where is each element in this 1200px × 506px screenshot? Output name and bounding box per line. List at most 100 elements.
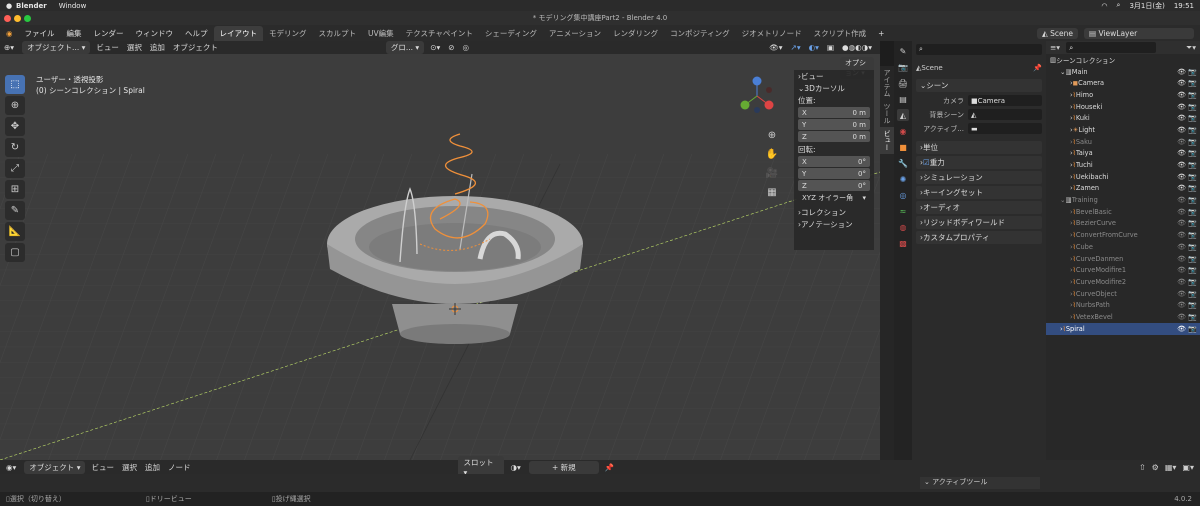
shader-editor-area[interactable] <box>0 474 880 492</box>
bottom-menu-add[interactable]: 追加 <box>145 462 160 473</box>
blender-logo-icon[interactable]: ◉ <box>0 29 19 38</box>
tab-compositing[interactable]: コンポジティング <box>664 26 736 41</box>
visibility-eye-icon[interactable]: 👁 <box>1177 161 1186 169</box>
minimize-window-button[interactable] <box>14 15 21 22</box>
bottom-menu-view[interactable]: ビュー <box>91 462 114 473</box>
render-camera-icon[interactable]: 📷 <box>1188 243 1197 251</box>
units-panel-header[interactable]: › 単位 <box>916 141 1042 154</box>
visibility-eye-icon[interactable]: 👁 <box>1177 208 1186 216</box>
render-camera-icon[interactable]: 📷 <box>1188 149 1197 157</box>
search-icon[interactable]: ⌕ <box>1117 1 1121 10</box>
tab-layout[interactable]: レイアウト <box>213 25 264 41</box>
outliner-search[interactable]: ⌕ <box>1066 42 1157 53</box>
shading-solid-icon[interactable]: ●◍◐◑▾ <box>842 43 872 52</box>
add-cube-tool[interactable]: ▢ <box>5 243 25 262</box>
cursor-tool[interactable]: ⊕ <box>5 96 25 115</box>
xray-icon[interactable]: ▣ <box>827 43 834 52</box>
visibility-eye-icon[interactable]: 👁 <box>1177 301 1186 309</box>
rotate-tool[interactable]: ↻ <box>5 138 25 157</box>
visibility-eye-icon[interactable]: 👁 <box>1177 196 1186 204</box>
camera-view-icon[interactable]: 🎥 <box>764 164 780 183</box>
transform-orientation[interactable]: グロ... ▾ <box>385 41 425 54</box>
scene-selector[interactable]: ◭ Scene <box>1036 27 1078 39</box>
tab-sculpt[interactable]: スカルプト <box>313 26 363 41</box>
viewport-menu-view[interactable]: ビュー <box>96 42 119 53</box>
outliner-row[interactable]: › ⌇ Zamen 👁 📷 <box>1046 183 1200 195</box>
render-camera-icon[interactable]: 📷 <box>1188 313 1197 321</box>
transform-tool[interactable]: ⊞ <box>5 180 25 199</box>
simulation-panel-header[interactable]: › シミュレーション <box>916 171 1042 184</box>
render-camera-icon[interactable]: 📷 <box>1188 91 1197 99</box>
outliner-row[interactable]: › ⌇ BevelBasic 👁 📷 <box>1046 206 1200 218</box>
tab-geometry-nodes[interactable]: ジオメトリノード <box>736 26 808 41</box>
outliner-row[interactable]: › ⌇ NurbsPath 👁 📷 <box>1046 299 1200 311</box>
outliner-row[interactable]: › ⌇ Tuchi 👁 📷 <box>1046 159 1200 171</box>
ortho-grid-icon[interactable]: ▦ <box>764 183 780 202</box>
render-camera-icon[interactable]: 📷 <box>1188 301 1197 309</box>
render-camera-icon[interactable]: 📷 <box>1188 290 1197 298</box>
visibility-eye-icon[interactable]: 👁 <box>1177 138 1186 146</box>
outliner-row[interactable]: › ⌇ CurveModifire2 👁 📷 <box>1046 276 1200 288</box>
visibility-eye-icon[interactable]: 👁 <box>1177 79 1186 87</box>
viewport-menu-select[interactable]: 選択 <box>127 42 142 53</box>
render-camera-icon[interactable]: 📷 <box>1188 278 1197 286</box>
render-camera-icon[interactable]: 📷 <box>1188 138 1197 146</box>
cursor-panel-header[interactable]: ⌄ 3Dカーソル <box>794 82 874 94</box>
render-camera-icon[interactable]: 📷 <box>1188 126 1197 134</box>
viewlayer-selector[interactable]: ▤ ViewLayer <box>1084 27 1194 39</box>
outliner-row[interactable]: › ⌇ Cube 👁 📷 <box>1046 241 1200 253</box>
bottom-menu-node[interactable]: ノード <box>168 462 191 473</box>
visibility-eye-icon[interactable]: 👁 <box>1177 68 1186 76</box>
scene-panel-header[interactable]: ⌄ シーン <box>916 79 1042 92</box>
particles-tab-icon[interactable]: ✺ <box>897 173 909 185</box>
properties-search[interactable]: ⌕ <box>916 44 1042 55</box>
viewport-menu-add[interactable]: 追加 <box>150 42 165 53</box>
outliner-row[interactable]: ⌄ ▥ Main 👁 📷 <box>1046 66 1200 78</box>
display-icon[interactable]: ▣▾ <box>1182 463 1194 472</box>
texture-tab-icon[interactable]: ▩ <box>897 237 909 249</box>
measure-tool[interactable]: 📐 <box>5 222 25 241</box>
outliner-row[interactable]: › ⌇ Himo 👁 📷 <box>1046 89 1200 101</box>
visibility-eye-icon[interactable]: 👁 <box>1177 278 1186 286</box>
render-camera-icon[interactable]: 📷 <box>1188 184 1197 192</box>
render-camera-icon[interactable]: 📷 <box>1188 231 1197 239</box>
render-camera-icon[interactable]: 📷 <box>1188 161 1197 169</box>
material-browse-icon[interactable]: ◑▾ <box>510 463 520 472</box>
render-camera-icon[interactable]: 📷 <box>1188 325 1197 333</box>
scale-tool[interactable]: ⤢ <box>5 159 25 178</box>
move-tool[interactable]: ✥ <box>5 117 25 136</box>
settings-icon[interactable]: ⚙ <box>1152 463 1159 472</box>
custom-props-panel-header[interactable]: › カスタムプロパティ <box>916 231 1042 244</box>
snap-icon[interactable]: ⊘ <box>448 43 454 52</box>
select-box-tool[interactable]: ⬚ <box>5 75 25 94</box>
view-panel-header[interactable]: › ビュー <box>794 70 874 82</box>
visibility-eye-icon[interactable]: 👁 <box>1177 325 1186 333</box>
active-tool-panel-header[interactable]: ⌄ アクティブツール <box>920 477 1040 489</box>
material-tab-icon[interactable]: ◍ <box>897 221 909 233</box>
outliner-row[interactable]: › ⌇ Spiral 👁 📷 <box>1046 322 1200 335</box>
pan-hand-icon[interactable]: ✋ <box>764 145 780 164</box>
render-camera-icon[interactable]: 📷 <box>1188 103 1197 111</box>
visibility-eye-icon[interactable]: 👁 <box>1177 126 1186 134</box>
tab-tool[interactable]: ツール <box>880 100 894 127</box>
render-camera-icon[interactable]: 📷 <box>1188 114 1197 122</box>
modifier-tab-icon[interactable]: 🔧 <box>897 157 909 169</box>
outliner-row[interactable]: ⌄ ▥ Training 👁 📷 <box>1046 194 1200 206</box>
mode-selector[interactable]: オブジェクト... ▾ <box>22 41 91 54</box>
tab-item[interactable]: アイテム <box>880 66 894 100</box>
gravity-panel-header[interactable]: › ☑ 重力 <box>916 156 1042 169</box>
menu-render[interactable]: レンダー <box>88 28 130 39</box>
visibility-eye-icon[interactable]: 👁 <box>1177 173 1186 181</box>
proportional-edit-icon[interactable]: ◎ <box>463 43 470 52</box>
scene-tab-icon[interactable]: ◭ <box>897 109 909 121</box>
outliner-row[interactable]: › ◼ Camera 👁 📷 <box>1046 77 1200 89</box>
outliner-row[interactable]: › ⌇ CurveObject 👁 📷 <box>1046 288 1200 300</box>
visibility-icon[interactable]: 👁▾ <box>769 43 782 52</box>
rigidbody-world-panel-header[interactable]: › リジッドボディワールド <box>916 216 1042 229</box>
cursor-loc-z[interactable]: Z 0 m <box>798 131 870 142</box>
data-tab-icon[interactable]: ≈ <box>897 205 909 217</box>
pin-icon[interactable]: 📌 <box>1033 64 1042 72</box>
outliner-row[interactable]: › ⌇ CurveDanmen 👁 📷 <box>1046 253 1200 265</box>
tab-rendering[interactable]: レンダリング <box>607 26 664 41</box>
zoom-window-button[interactable] <box>24 15 31 22</box>
